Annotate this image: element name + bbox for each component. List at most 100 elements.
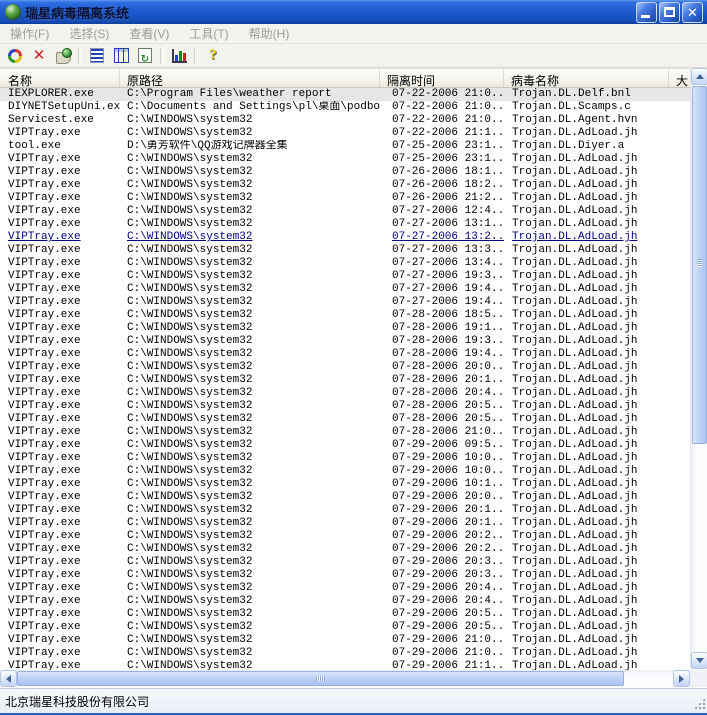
- cell-virus: Trojan.DL.AdLoad.jh: [504, 127, 669, 140]
- menu-view[interactable]: 查看(V): [119, 23, 179, 45]
- table-row[interactable]: VIPTray.exeC:\WINDOWS\system3207-27-2006…: [0, 283, 690, 296]
- column-header-time[interactable]: 隔离时间: [380, 69, 504, 87]
- detail-view-button[interactable]: [85, 45, 109, 66]
- horizontal-scroll-thumb[interactable]: [17, 671, 624, 686]
- scroll-left-button[interactable]: [0, 670, 17, 687]
- table-row[interactable]: VIPTray.exeC:\WINDOWS\system3207-28-2006…: [0, 348, 690, 361]
- table-row[interactable]: VIPTray.exeC:\WINDOWS\system3207-28-2006…: [0, 309, 690, 322]
- table-row[interactable]: VIPTray.exeC:\WINDOWS\system3207-29-2006…: [0, 634, 690, 647]
- menu-tools[interactable]: 工具(T): [179, 23, 238, 45]
- table-row[interactable]: VIPTray.exeC:\WINDOWS\system3207-29-2006…: [0, 556, 690, 569]
- table-row[interactable]: VIPTray.exeC:\WINDOWS\system3207-28-2006…: [0, 335, 690, 348]
- table-row[interactable]: VIPTray.exeC:\WINDOWS\system3207-27-2006…: [0, 257, 690, 270]
- table-row[interactable]: VIPTray.exeC:\WINDOWS\system3207-29-2006…: [0, 543, 690, 556]
- column-header-virus[interactable]: 病毒名称: [504, 69, 669, 87]
- table-row[interactable]: IEXPLORER.exeC:\Program Files\weather re…: [0, 88, 690, 101]
- table-row[interactable]: VIPTray.exeC:\WINDOWS\system3207-27-2006…: [0, 231, 690, 244]
- refresh-button[interactable]: [133, 45, 157, 66]
- table-row[interactable]: VIPTray.exeC:\WINDOWS\system3207-29-2006…: [0, 595, 690, 608]
- table-row[interactable]: VIPTray.exeC:\WINDOWS\system3207-28-2006…: [0, 387, 690, 400]
- cell-name: IEXPLORER.exe: [0, 88, 120, 101]
- cell-time: 07-27-2006 13:1...: [380, 218, 504, 231]
- table-row[interactable]: VIPTray.exeC:\WINDOWS\system3207-28-2006…: [0, 361, 690, 374]
- close-button[interactable]: [682, 2, 703, 23]
- cell-virus: Trojan.DL.Diyer.a: [504, 140, 669, 153]
- table-row[interactable]: VIPTray.exeC:\WINDOWS\system3207-27-2006…: [0, 296, 690, 309]
- table-row[interactable]: VIPTray.exeC:\WINDOWS\system3207-29-2006…: [0, 660, 690, 670]
- table-row[interactable]: VIPTray.exeC:\WINDOWS\system3207-29-2006…: [0, 517, 690, 530]
- table-row[interactable]: VIPTray.exeC:\WINDOWS\system3207-28-2006…: [0, 426, 690, 439]
- table-row[interactable]: VIPTray.exeC:\WINDOWS\system3207-29-2006…: [0, 465, 690, 478]
- table-row[interactable]: VIPTray.exeC:\WINDOWS\system3207-22-2006…: [0, 127, 690, 140]
- resize-grip-icon[interactable]: [693, 697, 706, 710]
- table-row[interactable]: VIPTray.exeC:\WINDOWS\system3207-25-2006…: [0, 153, 690, 166]
- table-row[interactable]: VIPTray.exeC:\WINDOWS\system3207-26-2006…: [0, 166, 690, 179]
- left-arrow-icon: [6, 675, 11, 683]
- cell-path: C:\WINDOWS\system32: [120, 634, 380, 647]
- cell-time: 07-28-2006 18:5...: [380, 309, 504, 322]
- table-row[interactable]: VIPTray.exeC:\WINDOWS\system3207-28-2006…: [0, 322, 690, 335]
- scroll-up-button[interactable]: [691, 68, 707, 85]
- table-row[interactable]: tool.exeD:\勇芳软件\QQ游戏记牌器全集07-25-2006 23:1…: [0, 140, 690, 153]
- cell-name: VIPTray.exe: [0, 322, 120, 335]
- table-row[interactable]: DIYNETSetupUni.exeC:\Documents and Setti…: [0, 101, 690, 114]
- table-row[interactable]: VIPTray.exeC:\WINDOWS\system3207-29-2006…: [0, 452, 690, 465]
- table-row[interactable]: VIPTray.exeC:\WINDOWS\system3207-29-2006…: [0, 647, 690, 660]
- table-row[interactable]: VIPTray.exeC:\WINDOWS\system3207-29-2006…: [0, 504, 690, 517]
- column-adjust-button[interactable]: [109, 45, 133, 66]
- app-icon[interactable]: [5, 4, 21, 20]
- table-row[interactable]: VIPTray.exeC:\WINDOWS\system3207-26-2006…: [0, 192, 690, 205]
- vertical-scroll-thumb[interactable]: [692, 86, 707, 444]
- cell-virus: Trojan.DL.AdLoad.jh: [504, 218, 669, 231]
- horizontal-scrollbar[interactable]: [0, 670, 690, 687]
- scroll-right-button[interactable]: [673, 670, 690, 687]
- cell-name: VIPTray.exe: [0, 478, 120, 491]
- table-row[interactable]: VIPTray.exeC:\WINDOWS\system3207-28-2006…: [0, 400, 690, 413]
- scrollbar-corner: [690, 670, 707, 687]
- table-row[interactable]: VIPTray.exeC:\WINDOWS\system3207-29-2006…: [0, 530, 690, 543]
- table-row[interactable]: VIPTray.exeC:\WINDOWS\system3207-29-2006…: [0, 608, 690, 621]
- table-row[interactable]: Servicest.exeC:\WINDOWS\system3207-22-20…: [0, 114, 690, 127]
- table-row[interactable]: VIPTray.exeC:\WINDOWS\system3207-29-2006…: [0, 569, 690, 582]
- restore-button[interactable]: [3, 45, 27, 66]
- delete-button[interactable]: ✕: [27, 45, 51, 66]
- cell-time: 07-27-2006 13:3...: [380, 244, 504, 257]
- vertical-scrollbar[interactable]: [690, 68, 707, 669]
- cell-name: VIPTray.exe: [0, 387, 120, 400]
- table-row[interactable]: VIPTray.exeC:\WINDOWS\system3207-27-2006…: [0, 218, 690, 231]
- table-row[interactable]: VIPTray.exeC:\WINDOWS\system3207-27-2006…: [0, 205, 690, 218]
- scroll-down-button[interactable]: [691, 652, 707, 669]
- maximize-button[interactable]: [659, 2, 680, 23]
- menu-help[interactable]: 帮助(H): [239, 23, 300, 45]
- table-row[interactable]: VIPTray.exeC:\WINDOWS\system3207-28-2006…: [0, 374, 690, 387]
- submit-button[interactable]: [51, 45, 75, 66]
- cell-time: 07-29-2006 09:5...: [380, 439, 504, 452]
- toolbar-separator: [78, 48, 82, 64]
- column-header-path[interactable]: 原路径: [120, 69, 380, 87]
- table-row[interactable]: VIPTray.exeC:\WINDOWS\system3207-29-2006…: [0, 439, 690, 452]
- table-row[interactable]: VIPTray.exeC:\WINDOWS\system3207-29-2006…: [0, 582, 690, 595]
- statistics-button[interactable]: [167, 45, 191, 66]
- table-row[interactable]: VIPTray.exeC:\WINDOWS\system3207-29-2006…: [0, 478, 690, 491]
- help-button[interactable]: ?: [201, 45, 225, 66]
- table-row[interactable]: VIPTray.exeC:\WINDOWS\system3207-27-2006…: [0, 270, 690, 283]
- column-adjust-icon: [114, 48, 129, 63]
- cell-virus: Trojan.DL.AdLoad.jh: [504, 309, 669, 322]
- title-bar[interactable]: 瑞星病毒隔离系统: [0, 0, 707, 24]
- table-row[interactable]: VIPTray.exeC:\WINDOWS\system3207-26-2006…: [0, 179, 690, 192]
- cell-virus: Trojan.DL.AdLoad.jh: [504, 400, 669, 413]
- minimize-button[interactable]: [636, 2, 657, 23]
- menu-operate[interactable]: 操作(F): [0, 23, 59, 45]
- column-header-name[interactable]: 名称: [0, 69, 120, 87]
- cell-time: 07-29-2006 21:1...: [380, 660, 504, 670]
- table-row[interactable]: VIPTray.exeC:\WINDOWS\system3207-29-2006…: [0, 491, 690, 504]
- table-row[interactable]: VIPTray.exeC:\WINDOWS\system3207-29-2006…: [0, 621, 690, 634]
- table-row[interactable]: VIPTray.exeC:\WINDOWS\system3207-28-2006…: [0, 413, 690, 426]
- menu-select[interactable]: 选择(S): [59, 23, 119, 45]
- cell-virus: Trojan.DL.AdLoad.jh: [504, 439, 669, 452]
- cell-path: C:\WINDOWS\system32: [120, 374, 380, 387]
- table-row[interactable]: VIPTray.exeC:\WINDOWS\system3207-27-2006…: [0, 244, 690, 257]
- cell-name: Servicest.exe: [0, 114, 120, 127]
- cell-path: C:\WINDOWS\system32: [120, 244, 380, 257]
- column-header-size[interactable]: 大: [669, 69, 690, 87]
